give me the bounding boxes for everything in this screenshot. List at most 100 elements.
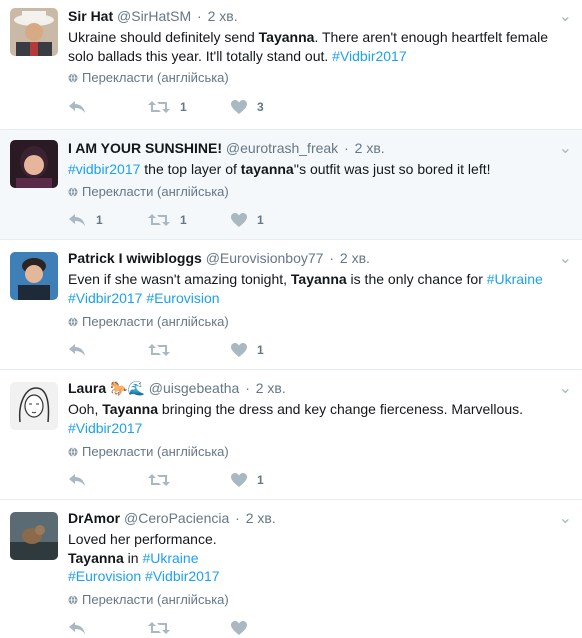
retweet-button[interactable]: 1 (148, 210, 187, 230)
reply-icon (69, 214, 85, 226)
reply-count: 1 (96, 213, 103, 227)
translate-label: Перекласти (англійська) (82, 592, 229, 607)
globe-icon (68, 317, 78, 327)
text-segment: Ukraine should definitely send (68, 29, 259, 45)
tweet[interactable]: Sir Hat @SirHatSM · 2 хв. ⌄ Ukraine shou… (0, 0, 582, 129)
chevron-down-icon[interactable]: ⌄ (559, 6, 572, 26)
chevron-down-icon[interactable]: ⌄ (559, 138, 572, 158)
hashtag-link[interactable]: #Vidbir2017 (145, 568, 219, 584)
highlighted-keyword: Tayanna (258, 29, 315, 45)
translate-link[interactable]: Перекласти (англійська) (68, 444, 229, 459)
author-name[interactable]: Sir Hat (68, 8, 113, 24)
tweet-text-line: #vidbir2017 the top layer of tayanna''s … (68, 160, 563, 179)
hashtag-link[interactable]: #Vidbir2017 (68, 290, 142, 306)
text-segment: Even if she wasn't amazing tonight, (68, 271, 291, 287)
heart-icon (231, 213, 247, 227)
translate-label: Перекласти (англійська) (82, 70, 229, 85)
retweet-icon (148, 344, 170, 356)
like-count: 1 (257, 343, 264, 357)
tweet[interactable]: Laura 🐎🌊 @uisgebeatha · 2 хв. ⌄ Ooh, Tay… (0, 369, 582, 499)
retweet-count: 1 (180, 213, 187, 227)
timestamp[interactable]: 2 хв. (208, 8, 238, 24)
tweet-text-line: #Vidbir2017 (68, 419, 563, 438)
author-name[interactable]: Patrick I wiwibloggs (68, 250, 202, 266)
tweet[interactable]: I AM YOUR SUNSHINE! @eurotrash_freak · 2… (0, 129, 582, 239)
timestamp[interactable]: 2 хв. (355, 140, 385, 156)
tweet-text-line: Tayanna in #Ukraine (68, 549, 563, 568)
retweet-button[interactable] (148, 470, 180, 490)
tweet-text: Loved her performance. Tayanna in #Ukrain… (68, 530, 563, 586)
reply-icon (69, 622, 85, 634)
like-count: 3 (257, 100, 264, 114)
like-button[interactable]: 1 (231, 470, 264, 490)
highlighted-keyword: Tayanna (290, 271, 347, 287)
author-handle[interactable]: @CeroPaciencia (124, 510, 229, 526)
tweet-text-line: solo ballads this year. It'll totally st… (68, 47, 563, 66)
author-handle[interactable]: @SirHatSM (117, 8, 191, 24)
chevron-down-icon[interactable]: ⌄ (559, 248, 572, 268)
heart-icon (231, 343, 247, 357)
tweet[interactable]: DrAmor @CeroPaciencia · 2 хв. ⌄ Loved he… (0, 499, 582, 637)
reply-icon (69, 474, 85, 486)
heart-icon (231, 100, 247, 114)
hashtag-link[interactable]: #Vidbir2017 (68, 420, 142, 436)
retweet-button[interactable]: 1 (148, 97, 187, 117)
separator: · (197, 8, 202, 24)
text-segment: in (123, 549, 143, 566)
avatar[interactable] (10, 252, 58, 300)
reply-icon (69, 101, 85, 113)
author-handle[interactable]: @uisgebeatha (149, 380, 240, 396)
tweet-text: #vidbir2017 the top layer of tayanna''s … (68, 160, 563, 179)
reply-button[interactable] (68, 470, 96, 490)
reply-button[interactable] (68, 340, 96, 360)
tweet-text-line: Ukraine should definitely send Tayanna. … (68, 28, 563, 47)
retweet-icon (148, 474, 170, 486)
hashtag-link[interactable]: #Ukraine (487, 271, 543, 287)
avatar[interactable] (10, 382, 58, 430)
like-button[interactable]: 3 (231, 97, 264, 117)
highlighted-keyword: tayanna (240, 161, 294, 177)
author-name[interactable]: Laura 🐎🌊 (68, 380, 145, 396)
timestamp[interactable]: 2 хв. (256, 380, 286, 396)
hashtag-link[interactable]: #Vidbir2017 (332, 48, 406, 64)
hashtag-link[interactable]: #Ukraine (142, 550, 198, 566)
text-segment: Loved her performance. (68, 531, 217, 547)
like-button[interactable] (231, 618, 257, 638)
author-name[interactable]: I AM YOUR SUNSHINE! (68, 140, 222, 156)
tweet-text: Even if she wasn't amazing tonight, Taya… (68, 270, 563, 307)
chevron-down-icon[interactable]: ⌄ (559, 378, 572, 398)
translate-link[interactable]: Перекласти (англійська) (68, 314, 229, 329)
retweet-button[interactable] (148, 618, 180, 638)
avatar[interactable] (10, 512, 58, 560)
avatar[interactable] (10, 8, 58, 56)
translate-link[interactable]: Перекласти (англійська) (68, 184, 229, 199)
author-handle[interactable]: @eurotrash_freak (226, 140, 338, 156)
tweet-text-line: Even if she wasn't amazing tonight, Taya… (68, 270, 563, 289)
author-handle[interactable]: @Eurovisionboy77 (206, 250, 324, 266)
separator: · (344, 140, 349, 156)
tweet[interactable]: Patrick I wiwibloggs @Eurovisionboy77 · … (0, 239, 582, 369)
translate-label: Перекласти (англійська) (82, 314, 229, 329)
retweet-button[interactable] (148, 340, 180, 360)
timestamp[interactable]: 2 хв. (340, 250, 370, 266)
translate-label: Перекласти (англійська) (82, 184, 229, 199)
globe-icon (68, 187, 78, 197)
reply-icon (69, 344, 85, 356)
reply-button[interactable] (68, 618, 96, 638)
hashtag-link[interactable]: #Eurovision (68, 568, 141, 584)
reply-button[interactable] (68, 97, 96, 117)
author-name[interactable]: DrAmor (68, 510, 120, 526)
like-button[interactable]: 1 (231, 210, 264, 230)
hashtag-link[interactable]: #vidbir2017 (68, 161, 140, 177)
reply-button[interactable]: 1 (68, 210, 103, 230)
chevron-down-icon[interactable]: ⌄ (559, 508, 572, 528)
like-button[interactable]: 1 (231, 340, 264, 360)
translate-link[interactable]: Перекласти (англійська) (68, 70, 229, 85)
heart-icon (231, 621, 247, 635)
avatar[interactable] (10, 140, 58, 188)
timestamp[interactable]: 2 хв. (246, 510, 276, 526)
hashtag-link[interactable]: #Eurovision (146, 290, 219, 306)
translate-link[interactable]: Перекласти (англійська) (68, 592, 229, 607)
text-segment: is the only chance for (346, 271, 487, 287)
highlighted-keyword: Tayanna (68, 549, 124, 566)
